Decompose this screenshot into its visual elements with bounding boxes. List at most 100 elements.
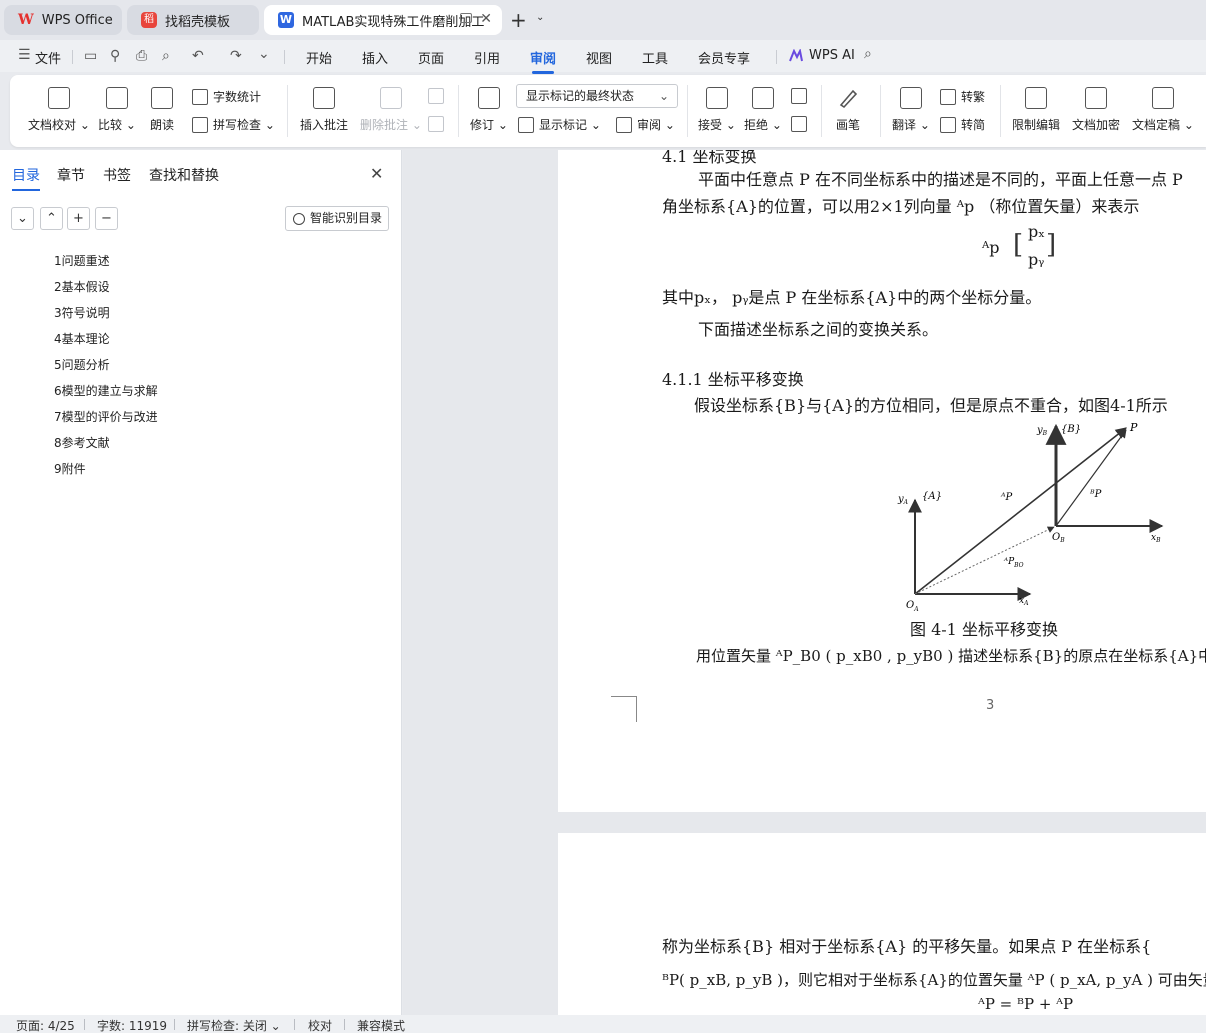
status-page[interactable]: 页面: 4/25 (16, 1017, 75, 1033)
tab-docer-templates[interactable]: 稻 找稻壳模板 (127, 5, 259, 35)
remove-heading-button[interactable]: − (95, 207, 118, 230)
vector-BP (1055, 429, 1127, 527)
paragraph: 下面描述坐标系之间的变换关系。 (698, 320, 939, 339)
tab-bookmarks[interactable]: 书签 (103, 165, 131, 185)
word-count-button[interactable]: 字数统计 (192, 88, 261, 105)
document-canvas[interactable]: 4.1 坐标变换 平面中任意点 P 在不同坐标系中的描述是不同的，平面上任意一点… (403, 150, 1206, 1015)
page-number: 3 (986, 698, 995, 713)
paragraph: 称为坐标系{B} 相对于坐标系{A} 的平移矢量。如果点 P 在坐标系{ (662, 937, 1152, 956)
toc-item[interactable]: 6模型的建立与求解 (54, 382, 158, 399)
status-proofread[interactable]: 校对 (308, 1017, 332, 1033)
toc-item[interactable]: 8参考文献 (54, 434, 110, 451)
collapse-all-button[interactable]: ⌄ (11, 207, 34, 230)
link-icon[interactable]: ⚲ (110, 48, 120, 64)
toc-item[interactable]: 5问题分析 (54, 356, 110, 373)
redo-icon[interactable]: ↷ (230, 48, 242, 64)
to-simplified-button[interactable]: 转简 (940, 116, 985, 133)
smart-toc-button[interactable]: 智能识别目录 (285, 206, 389, 231)
document-page[interactable]: 称为坐标系{B} 相对于坐标系{A} 的平移矢量。如果点 P 在坐标系{ ᴮP(… (558, 833, 1206, 1015)
review-pane-button[interactable]: 审阅 ⌄ (616, 116, 675, 133)
prev-comment-button[interactable] (428, 88, 449, 104)
hamburger-icon[interactable]: ☰ (18, 47, 31, 63)
menu-review[interactable]: 审阅 (530, 48, 556, 74)
tab-wps-office[interactable]: W WPS Office (4, 5, 122, 35)
document-page[interactable]: 4.1 坐标变换 平面中任意点 P 在不同坐标系中的描述是不同的，平面上任意一点… (558, 150, 1206, 812)
tab-chapters[interactable]: 章节 (57, 165, 85, 185)
undo-icon[interactable]: ↶ (192, 48, 204, 64)
accept-label: 接受 ⌄ (698, 118, 736, 132)
menu-tools[interactable]: 工具 (642, 48, 668, 67)
next-change-button[interactable] (791, 116, 812, 132)
tab-label: 找稻壳模板 (165, 14, 231, 30)
status-word-count[interactable]: 字数: 11919 (97, 1017, 167, 1033)
expand-up-button[interactable]: ⌃ (40, 207, 63, 230)
menu-insert[interactable]: 插入 (362, 48, 388, 67)
divider (687, 85, 688, 137)
translate-button[interactable]: 翻译 ⌄ (892, 87, 930, 133)
menu-wps-ai[interactable]: WPS AI (809, 48, 855, 63)
menu-page[interactable]: 页面 (418, 48, 444, 67)
finalize-button[interactable]: 文档定稿 ⌄ (1132, 87, 1194, 133)
restrict-edit-button[interactable]: 限制编辑 (1012, 87, 1060, 133)
word-doc-icon: W (278, 12, 294, 28)
reject-button[interactable]: 拒绝 ⌄ (744, 87, 782, 133)
finalize-label: 文档定稿 ⌄ (1132, 118, 1194, 132)
toc-item[interactable]: 3符号说明 (54, 304, 110, 321)
accept-button[interactable]: 接受 ⌄ (698, 87, 736, 133)
prev-change-button[interactable] (791, 88, 812, 104)
close-icon[interactable]: ✕ (370, 164, 383, 183)
menu-bar: ☰ 文件 ▭ ⚲ ⎙ ⌕ ↶ ↷ ⌄ 开始 插入 页面 引用 审阅 视图 工具 … (0, 40, 1206, 74)
to-traditional-label: 转繁 (961, 90, 986, 104)
delete-comment-button[interactable]: 删除批注 ⌄ (360, 87, 422, 133)
toc-item[interactable]: 4基本理论 (54, 330, 110, 347)
menu-view[interactable]: 视图 (586, 48, 612, 67)
toc-item[interactable]: 1问题重述 (54, 252, 110, 269)
tab-bar: W WPS Office 稻 找稻壳模板 W MATLAB实现特殊工件磨削加工 … (0, 0, 1206, 40)
review-pane-icon (616, 116, 632, 133)
prev-comment-icon (428, 88, 444, 104)
add-heading-button[interactable]: + (67, 207, 90, 230)
read-aloud-label: 朗读 (150, 118, 175, 132)
toc-item[interactable]: 7模型的评价与改进 (54, 408, 158, 425)
wps-ai-icon (789, 49, 803, 62)
word-count-icon (192, 88, 208, 105)
tab-toc[interactable]: 目录 (12, 165, 40, 191)
show-markup-button[interactable]: 显示标记 ⌄ (518, 116, 601, 133)
status-spell-check[interactable]: 拼写检查: 关闭 ⌄ (187, 1017, 281, 1033)
next-comment-button[interactable] (428, 116, 449, 132)
chevron-down-icon[interactable]: ⌄ (536, 12, 544, 23)
track-changes-button[interactable]: 修订 ⌄ (470, 87, 508, 133)
toc-item[interactable]: 2基本假设 (54, 278, 110, 295)
smart-toc-label: 智能识别目录 (310, 211, 383, 225)
menu-membership[interactable]: 会员专享 (698, 48, 750, 67)
save-icon[interactable]: ▭ (84, 48, 97, 64)
doc-check-button[interactable]: 文档校对 ⌄ (28, 87, 90, 133)
menu-references[interactable]: 引用 (474, 48, 500, 67)
ink-button[interactable]: 画笔 (836, 87, 860, 133)
print-icon[interactable]: ⎙ (136, 48, 147, 64)
markup-state-select[interactable]: 显示标记的最终状态 ⌄ (516, 84, 678, 108)
tab-current-document[interactable]: W MATLAB实现特殊工件磨削加工 ✕ (264, 5, 502, 35)
monitor-icon[interactable] (460, 13, 472, 23)
spell-check-icon (192, 116, 208, 133)
menu-home[interactable]: 开始 (306, 48, 332, 67)
compare-button[interactable]: 比较 ⌄ (98, 87, 136, 133)
menu-file[interactable]: 文件 (35, 48, 61, 67)
print-preview-icon[interactable]: ⌕ (162, 48, 170, 64)
encrypt-button[interactable]: 文档加密 (1072, 87, 1120, 133)
toc-item[interactable]: 9附件 (54, 460, 86, 477)
insert-comment-button[interactable]: 插入批注 (300, 87, 348, 133)
close-icon[interactable]: ✕ (480, 11, 492, 27)
insert-comment-label: 插入批注 (300, 118, 349, 132)
to-traditional-button[interactable]: 转繁 (940, 88, 985, 105)
divider (821, 85, 822, 137)
more-quick-actions-icon[interactable]: ⌄ (258, 46, 270, 62)
vector-APB0 (914, 526, 1055, 595)
new-tab-button[interactable]: + (510, 8, 527, 32)
AP-label: ᴬP (1000, 492, 1013, 503)
read-aloud-button[interactable]: 朗读 (150, 87, 174, 133)
tab-find-replace[interactable]: 查找和替换 (149, 165, 219, 185)
search-icon[interactable]: ⌕ (864, 46, 872, 62)
subsection-heading: 4.1.1 坐标平移变换 (662, 370, 804, 389)
spell-check-button[interactable]: 拼写检查 ⌄ (192, 116, 275, 133)
